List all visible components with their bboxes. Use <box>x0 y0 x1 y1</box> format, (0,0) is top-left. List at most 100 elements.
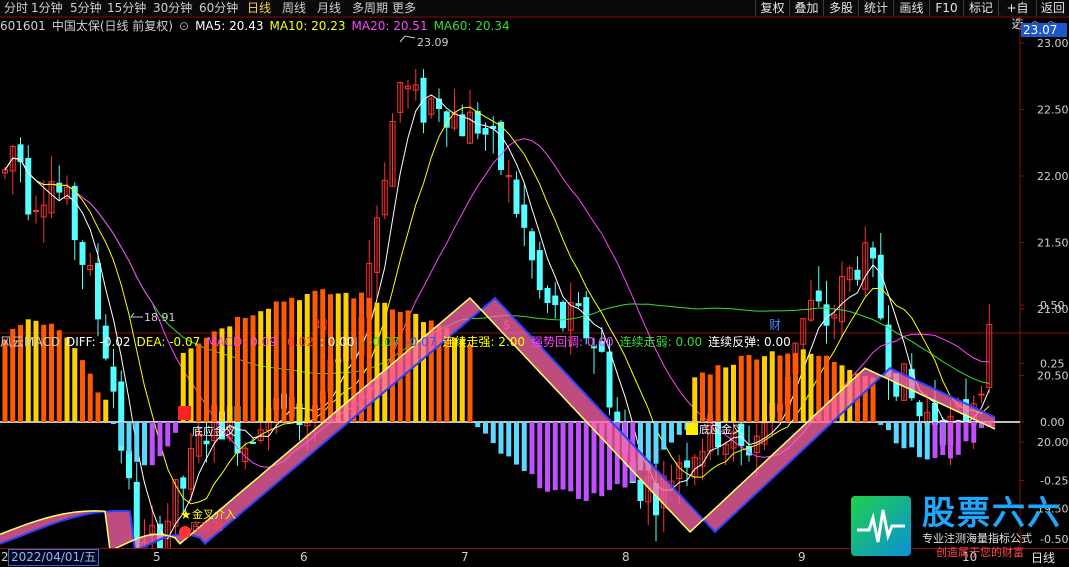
macd-bar <box>87 373 93 422</box>
macd-bar <box>560 422 566 490</box>
macd-tick-label: 0.00 <box>1040 416 1065 429</box>
candle-body <box>482 127 489 135</box>
candle-body <box>544 287 551 304</box>
candle-body <box>180 477 187 489</box>
macd-bar <box>715 365 721 422</box>
macd-bar <box>118 422 124 446</box>
macd-bar <box>932 422 938 458</box>
macd-bar <box>777 355 783 422</box>
price-tick-label: 22.50 <box>1037 104 1069 117</box>
macd-indicator-value: 连续走弱: 0.00 <box>619 335 703 349</box>
candle-body <box>529 231 535 261</box>
candle-body <box>33 210 39 213</box>
macd-indicator-value: DIFF: -0.02 <box>65 335 131 349</box>
macd-indicator-value: -0.07 <box>405 335 437 349</box>
candle-body <box>684 460 690 468</box>
macd-bar <box>800 349 806 422</box>
macd-bar <box>235 316 240 422</box>
candle-body <box>110 366 117 392</box>
candle-body <box>877 254 884 319</box>
macd-bar <box>568 422 574 492</box>
macd-bar <box>204 337 209 422</box>
macd-bar <box>700 372 705 422</box>
month-label: 6 <box>300 550 308 564</box>
macd-bar <box>459 339 465 422</box>
candle-body <box>71 185 78 241</box>
macd-bar <box>808 353 814 422</box>
macd-bar <box>731 364 736 422</box>
candle-body <box>25 157 32 215</box>
macd-bar <box>297 300 302 422</box>
macd-bar <box>552 422 558 491</box>
macd-bar <box>173 422 178 433</box>
macd-info: 风云MACD DIFF: -0.02 DEA: -0.07 MACD: 0.09 -0.… <box>0 334 797 350</box>
macd-bar <box>583 422 589 501</box>
candle-body <box>513 179 520 214</box>
macd-indicator-value: : 0.00 <box>319 335 355 349</box>
kline-chart[interactable]: 23.0022.5022.0021.5021.0020.5020.0019.50… <box>0 0 1069 566</box>
macd-bar <box>273 301 279 422</box>
macd-bar <box>692 377 698 422</box>
price-tick-label: 22.00 <box>1037 170 1069 183</box>
candle-body <box>854 269 861 280</box>
macd-bar <box>901 422 907 449</box>
macd-bar <box>289 297 295 422</box>
macd-bar <box>971 422 977 443</box>
candle-body <box>474 110 481 134</box>
candle-body <box>916 402 923 417</box>
macd-bar <box>72 348 78 422</box>
macd-bar <box>707 374 713 422</box>
macd-bar <box>886 422 891 431</box>
macd-bar <box>475 422 481 428</box>
macd-indicator-value: DEA: -0.07 <box>136 335 201 349</box>
macd-bar <box>521 422 527 472</box>
macd-bar <box>545 422 550 492</box>
candle-body <box>536 250 543 291</box>
macd-bar <box>452 337 457 422</box>
macd-bar <box>490 422 496 444</box>
macd-bar <box>878 422 884 425</box>
signal-square <box>686 423 698 435</box>
macd-bar <box>537 422 543 489</box>
macd-indicator-value: 连续走强: 2.00 <box>442 335 526 349</box>
price-tick-label: 20.00 <box>1037 436 1069 449</box>
macd-bar <box>576 422 581 499</box>
macd-bar <box>335 293 341 422</box>
macd-bar <box>142 422 147 466</box>
macd-bar <box>669 422 674 443</box>
macd-tick-label: -0.25 <box>1040 475 1068 488</box>
price-tick-label: 21.50 <box>1037 237 1069 250</box>
macd-annotation: 金叉介入 <box>192 507 236 521</box>
candle-body <box>250 441 256 444</box>
candle-body <box>552 295 559 306</box>
candle-body <box>203 440 210 445</box>
macd-tick-label: 0.25 <box>1040 358 1065 371</box>
candle-body <box>637 479 644 502</box>
macd-bar <box>413 313 419 422</box>
macd-bar <box>769 351 775 422</box>
macd-bar <box>676 422 682 435</box>
low-marker-arrow <box>130 312 143 318</box>
logo-mark-icon <box>851 496 911 556</box>
month-label: 9 <box>798 550 806 564</box>
macd-indicator-value: MACD: 0.09 <box>206 335 277 349</box>
sell-signal-icon <box>179 526 191 538</box>
candle-body <box>560 301 566 329</box>
price-tick-label: 23.00 <box>1037 37 1069 50</box>
candle-body <box>459 114 466 137</box>
macd-bar <box>258 311 264 422</box>
macd-bar <box>793 352 798 422</box>
macd-bar <box>963 422 969 442</box>
current-date: 2022/04/01/五 <box>8 549 100 566</box>
month-label: 8 <box>622 550 630 564</box>
macd-bar <box>924 422 930 460</box>
macd-bar <box>498 422 504 454</box>
candle-body <box>521 204 528 228</box>
candle-body <box>126 450 132 479</box>
macd-bar <box>304 293 310 422</box>
logo-title: 股票六六 <box>922 493 1062 532</box>
macd-bar <box>266 308 271 422</box>
macd-bar <box>165 422 171 447</box>
macd-bar <box>754 359 760 422</box>
macd-bar <box>653 422 659 464</box>
